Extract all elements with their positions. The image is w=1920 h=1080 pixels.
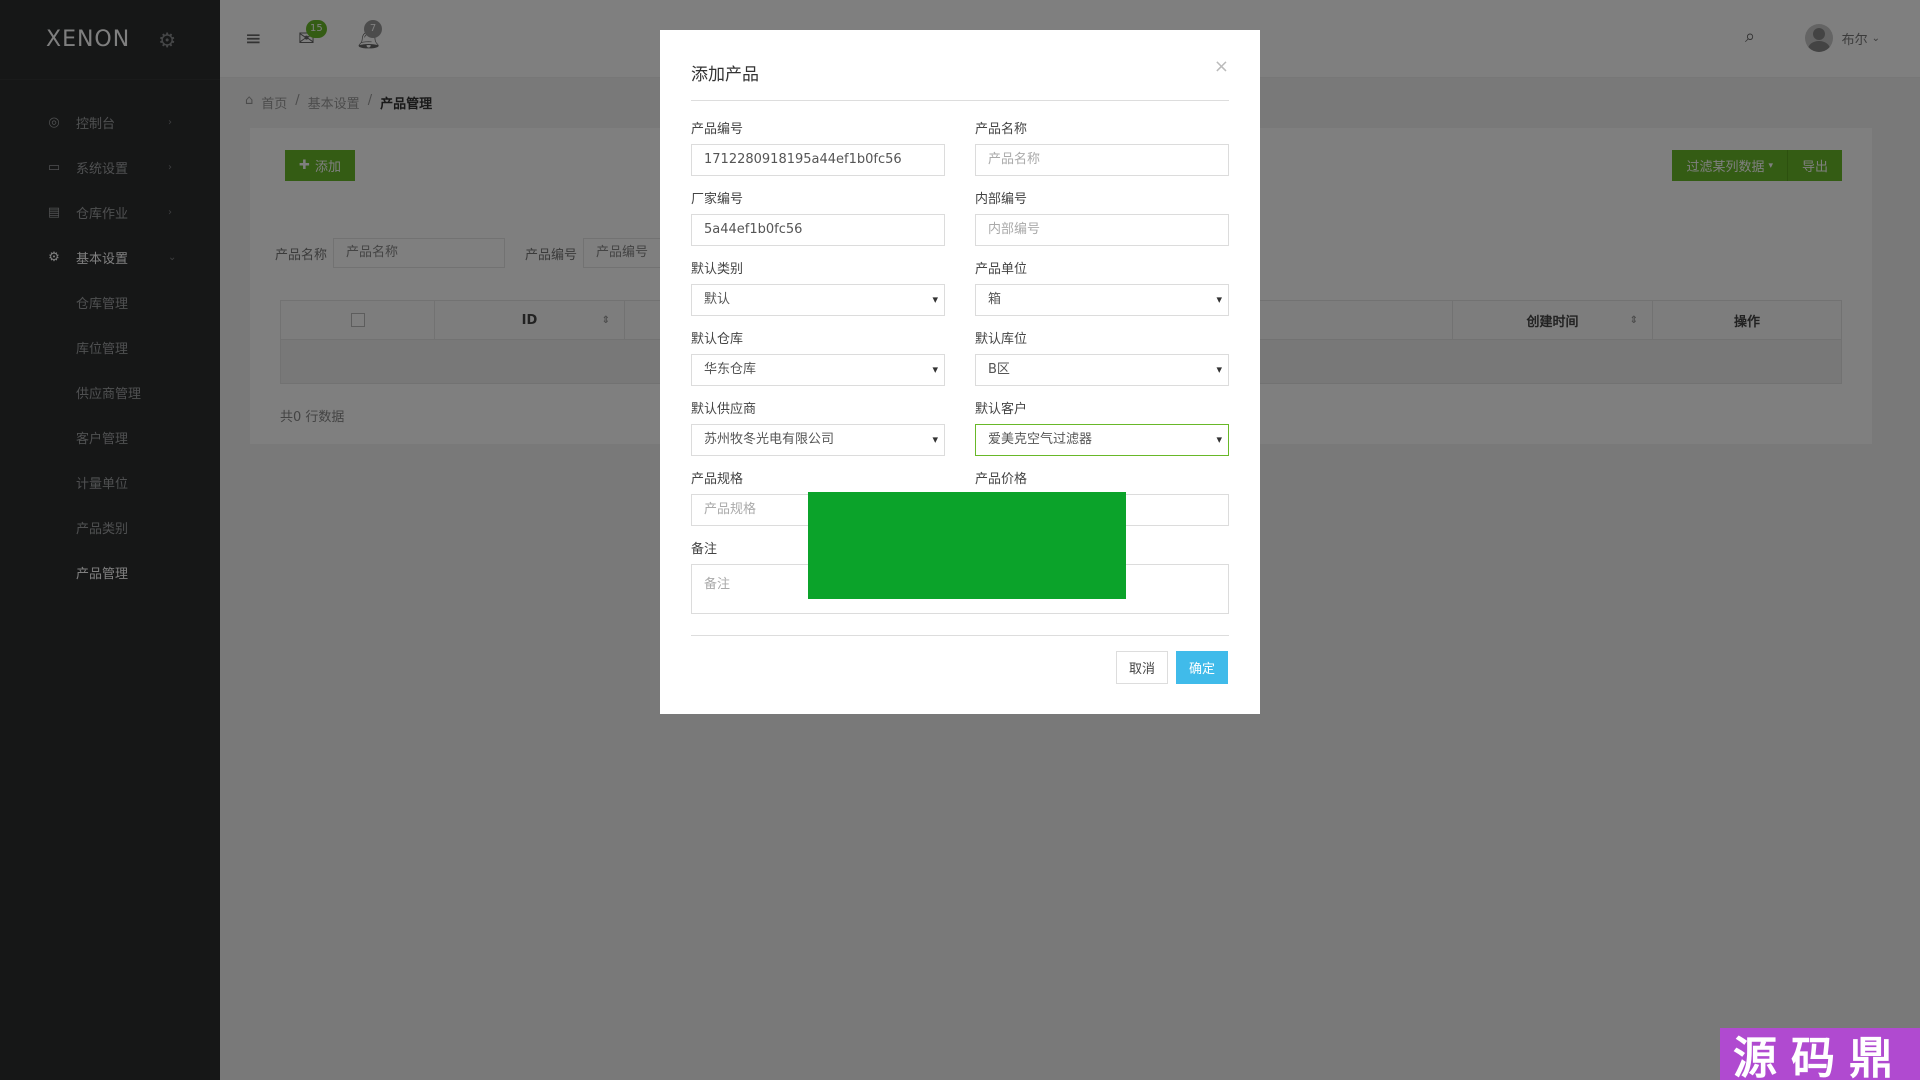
product-name-input[interactable]: 产品名称 — [975, 144, 1229, 176]
close-icon[interactable]: × — [1214, 56, 1229, 77]
product-price-label: 产品价格 — [975, 472, 1028, 487]
factory-code-label: 厂家编号 — [691, 192, 744, 207]
modal-title: 添加产品 — [691, 65, 759, 85]
default-customer-select[interactable]: 爱美克空气过滤器 — [975, 424, 1229, 456]
product-code-input[interactable]: 1712280918195a44ef1b0fc56 — [691, 144, 945, 176]
internal-code-input[interactable]: 内部编号 — [975, 214, 1229, 246]
product-name-field: 产品名称 产品名称 — [975, 123, 1229, 176]
default-category-field: 默认类别 默认 — [691, 263, 945, 316]
add-product-modal: 添加产品 × 产品编号 1712280918195a44ef1b0fc56 产品… — [660, 30, 1260, 714]
redaction-block — [808, 492, 1126, 599]
default-customer-field: 默认客户 爱美克空气过滤器 — [975, 403, 1229, 456]
factory-code-input[interactable]: 5a44ef1b0fc56 — [691, 214, 945, 246]
default-customer-label: 默认客户 — [975, 402, 1028, 417]
internal-code-label: 内部编号 — [975, 192, 1028, 207]
product-name-label: 产品名称 — [975, 122, 1028, 137]
product-unit-field: 产品单位 箱 — [975, 263, 1229, 316]
default-supplier-select[interactable]: 苏州牧冬光电有限公司 — [691, 424, 945, 456]
default-location-field: 默认库位 B区 — [975, 333, 1229, 386]
default-supplier-label: 默认供应商 — [691, 402, 757, 417]
confirm-button[interactable]: 确定 — [1176, 651, 1228, 684]
default-location-label: 默认库位 — [975, 332, 1028, 347]
default-category-select[interactable]: 默认 — [691, 284, 945, 316]
default-supplier-field: 默认供应商 苏州牧冬光电有限公司 — [691, 403, 945, 456]
product-code-field: 产品编号 1712280918195a44ef1b0fc56 — [691, 123, 945, 176]
default-location-select[interactable]: B区 — [975, 354, 1229, 386]
product-code-label: 产品编号 — [691, 122, 744, 137]
divider — [691, 635, 1229, 636]
default-warehouse-label: 默认仓库 — [691, 332, 744, 347]
default-warehouse-field: 默认仓库 华东仓库 — [691, 333, 945, 386]
cancel-button[interactable]: 取消 — [1116, 651, 1168, 684]
default-warehouse-select[interactable]: 华东仓库 — [691, 354, 945, 386]
product-spec-label: 产品规格 — [691, 472, 744, 487]
default-category-label: 默认类别 — [691, 262, 744, 277]
factory-code-field: 厂家编号 5a44ef1b0fc56 — [691, 193, 945, 246]
product-unit-select[interactable]: 箱 — [975, 284, 1229, 316]
internal-code-field: 内部编号 内部编号 — [975, 193, 1229, 246]
divider — [691, 100, 1229, 101]
watermark-logo: 源码鼎 — [1720, 1028, 1920, 1080]
product-unit-label: 产品单位 — [975, 262, 1028, 277]
